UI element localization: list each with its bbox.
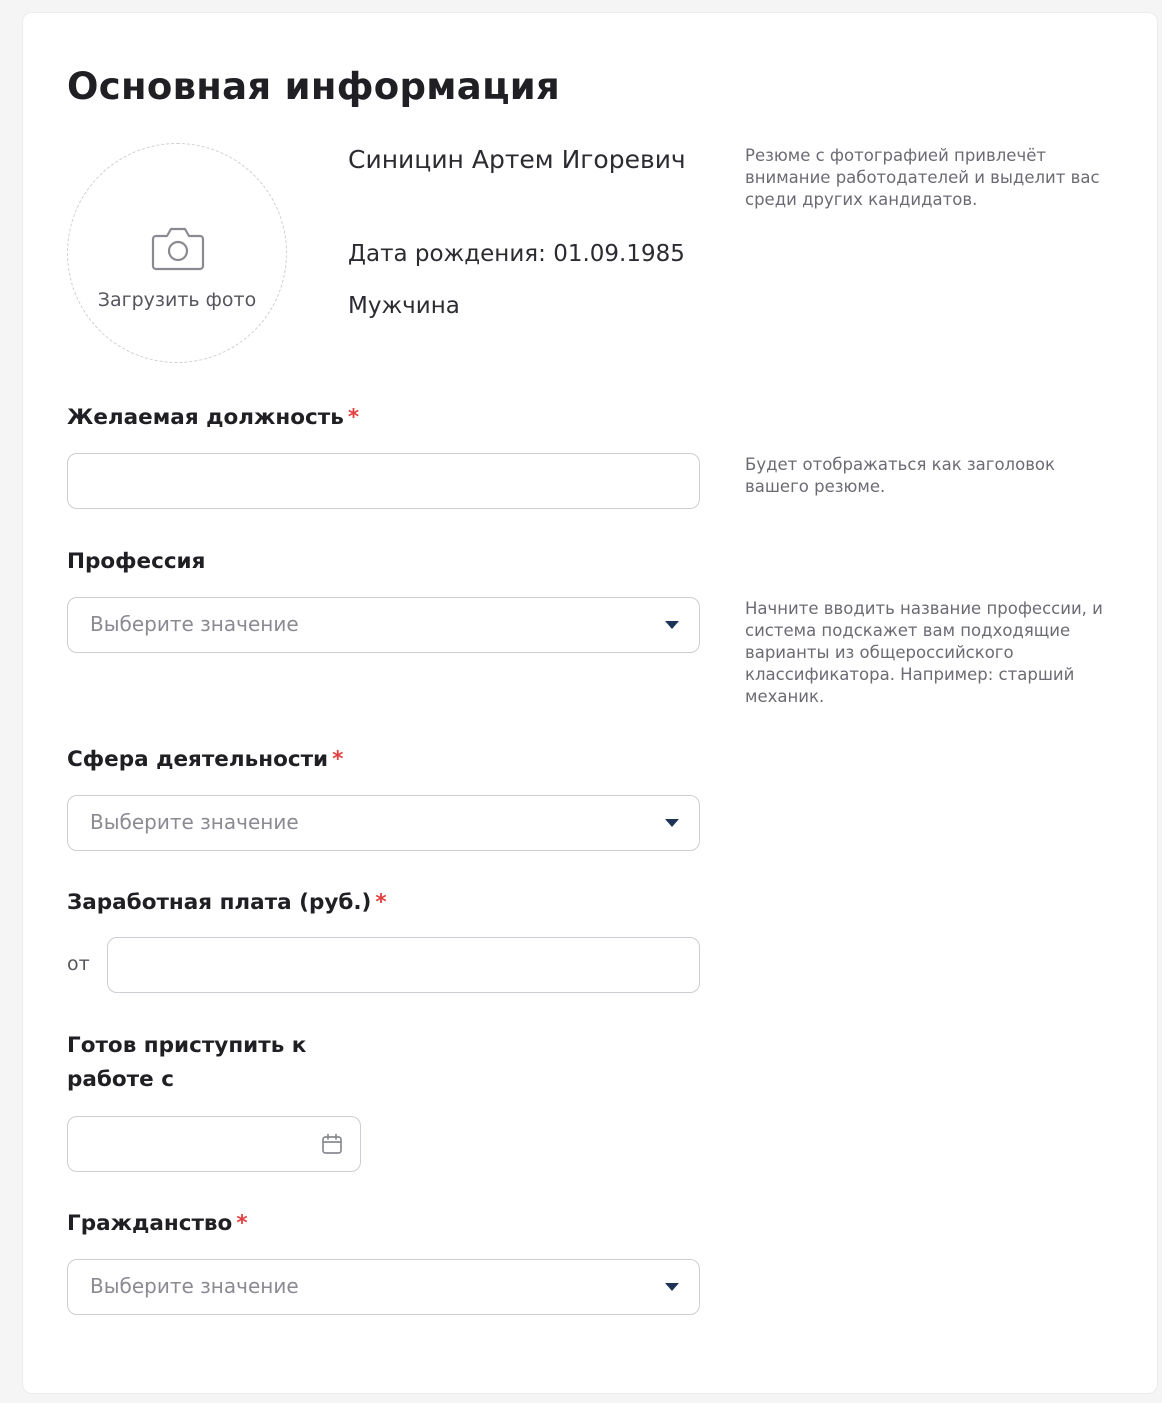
caret-down-icon <box>665 819 679 827</box>
profession-select[interactable]: Выберите значение <box>67 597 700 653</box>
camera-icon <box>151 227 205 271</box>
position-input[interactable] <box>67 453 700 509</box>
basic-info-card: Основная информация Загрузить фото Синиц… <box>22 12 1158 1394</box>
profession-label: Профессия <box>67 549 206 574</box>
required-mark: * <box>332 747 344 772</box>
salary-from-input[interactable] <box>107 937 700 993</box>
start-date-label: Готов приступить к работе с <box>67 1033 307 1092</box>
photo-upload[interactable]: Загрузить фото <box>67 143 287 363</box>
calendar-icon[interactable] <box>320 1132 344 1156</box>
required-mark: * <box>375 890 387 915</box>
photo-upload-label: Загрузить фото <box>97 289 257 311</box>
position-label: Желаемая должность * <box>67 401 359 435</box>
sphere-select[interactable]: Выберите значение <box>67 795 700 851</box>
photo-hint: Резюме с фотографией привлечёт внимание … <box>745 146 1100 209</box>
citizenship-label: Гражданство * <box>67 1207 248 1241</box>
position-label-text: Желаемая должность <box>67 405 344 430</box>
required-mark: * <box>236 1211 248 1236</box>
start-date-input[interactable] <box>67 1116 361 1172</box>
required-mark: * <box>347 405 360 430</box>
section-title: Основная информация <box>67 65 561 108</box>
position-hint: Будет отображаться как заголовок вашего … <box>745 455 1055 496</box>
salary-from-label: от <box>67 953 90 975</box>
caret-down-icon <box>665 1283 679 1291</box>
profession-placeholder: Выберите значение <box>90 612 299 636</box>
sphere-label-text: Сфера деятельности <box>67 747 329 772</box>
citizenship-placeholder: Выберите значение <box>90 1274 299 1298</box>
birth-date: Дата рождения: 01.09.1985 <box>348 241 685 267</box>
caret-down-icon <box>665 621 679 629</box>
gender: Мужчина <box>348 293 460 319</box>
citizenship-select[interactable]: Выберите значение <box>67 1259 700 1315</box>
salary-label-text: Заработная плата (руб.) <box>67 890 372 915</box>
profession-hint: Начните вводить название профессии, и си… <box>745 599 1103 706</box>
sphere-placeholder: Выберите значение <box>90 810 299 834</box>
person-name: Синицин Артем Игоревич <box>348 145 686 174</box>
salary-label: Заработная плата (руб.) * <box>67 886 387 920</box>
sphere-label: Сфера деятельности * <box>67 743 343 777</box>
citizenship-label-text: Гражданство <box>67 1211 233 1236</box>
